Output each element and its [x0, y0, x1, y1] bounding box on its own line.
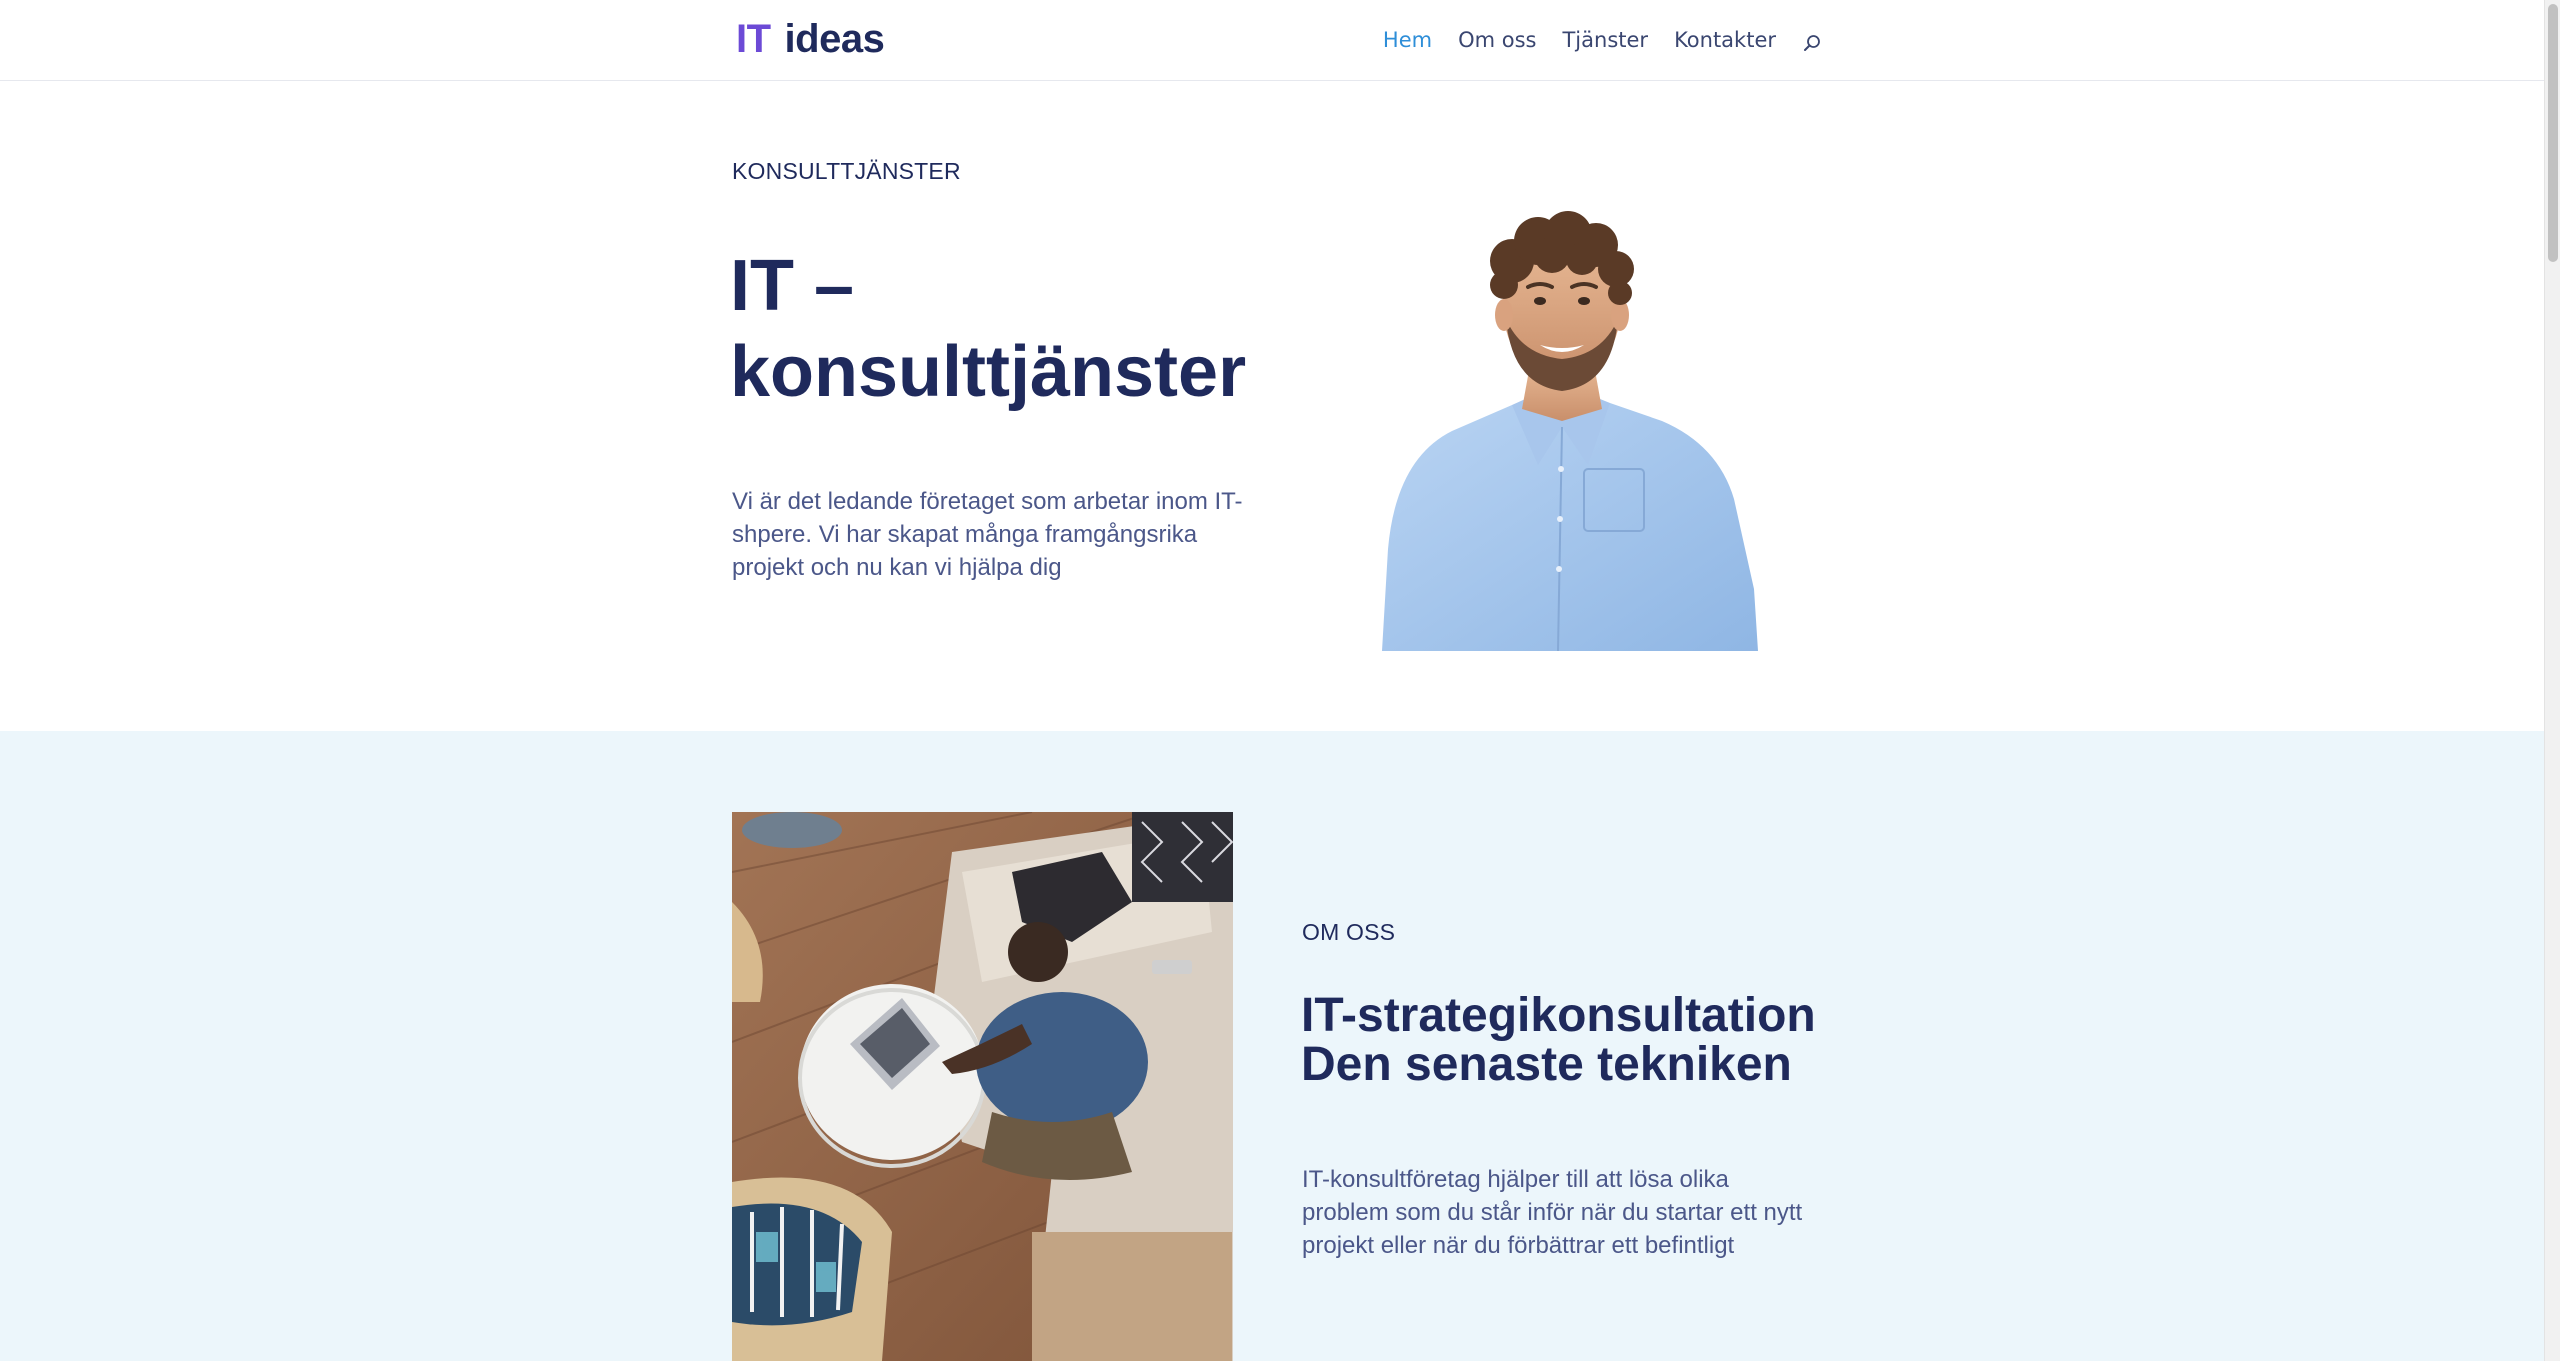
nav-item-tjanster[interactable]: Tjänster [1562, 24, 1648, 56]
logo-it: IT [736, 17, 771, 61]
scrollbar-thumb[interactable] [2548, 4, 2558, 262]
about-title: IT-strategikonsultation Den senaste tekn… [1301, 991, 1901, 1089]
about-eyebrow: OM OSS [1302, 919, 1396, 945]
about-text: IT-konsultföretag hjälper till att lösa … [1302, 1166, 1803, 1259]
logo-ideas: ideas [784, 17, 885, 61]
page-scrollbar[interactable] [2544, 0, 2560, 1361]
hero-title: IT – konsulttjänster [730, 246, 1247, 412]
main-nav: Hem Om oss Tjänster Kontakter [1383, 24, 1822, 56]
about-title-line1: IT-strategikonsultation [1301, 989, 1816, 1042]
consultant-photo [1362, 169, 1772, 652]
office-photo [732, 812, 1233, 1361]
nav-item-hem[interactable]: Hem [1383, 24, 1432, 56]
hero-section: KONSULTTJÄNSTER IT – konsulttjänster Vi … [0, 81, 2544, 731]
hero-eyebrow: KONSULTTJÄNSTER [732, 158, 961, 184]
logo[interactable]: IT ideas [736, 14, 885, 64]
hero-text: Vi är det ledande företaget som arbetar … [732, 488, 1243, 581]
search-icon[interactable] [1802, 30, 1822, 51]
about-title-line2: Den senaste tekniken [1301, 1038, 1792, 1091]
site-header: IT ideas Hem Om oss Tjänster Kontakter [0, 0, 2544, 81]
nav-item-kontakter[interactable]: Kontakter [1674, 24, 1776, 56]
nav-item-om-oss[interactable]: Om oss [1458, 24, 1536, 56]
about-section: OM OSS IT-strategikonsultation Den senas… [0, 731, 2544, 1361]
